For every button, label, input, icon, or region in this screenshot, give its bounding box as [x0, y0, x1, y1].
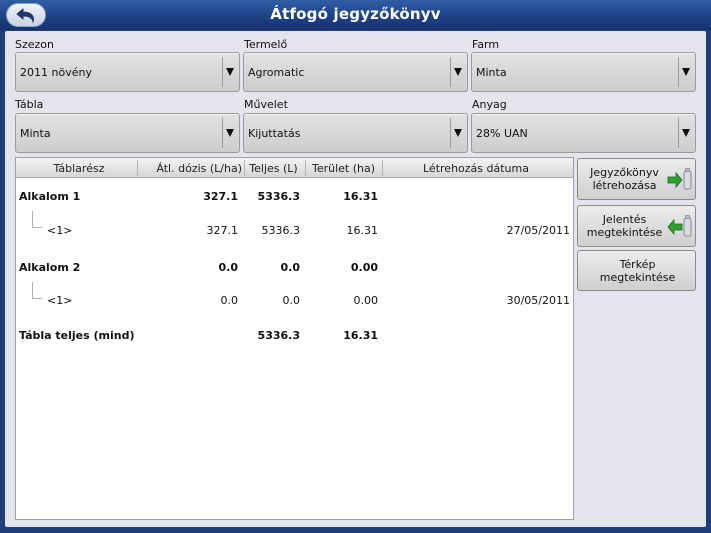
column-header-area: Terület (ha)	[311, 162, 376, 175]
column-divider	[137, 160, 138, 176]
table-row-area: 0.00	[350, 261, 378, 274]
table-row-area: 16.31	[346, 224, 379, 237]
dropdown-separator	[678, 57, 679, 87]
table-row-name: Alkalom 1	[19, 190, 81, 203]
view-map-label: Térkép megtekintése	[599, 258, 676, 284]
chevron-down-icon	[682, 68, 690, 76]
table-row-rate: 0.0	[218, 261, 239, 274]
dropdown-separator	[678, 118, 679, 148]
tree-connector	[32, 211, 42, 228]
title-bar: Átfogó jegyzőkönyv	[0, 0, 711, 30]
import-from-usb-icon	[667, 215, 693, 242]
table-row-name: Tábla teljes (mind)	[19, 329, 135, 342]
dropdown-separator	[450, 118, 451, 148]
create-report-label: Jegyzőkönyv létrehozása	[590, 166, 659, 192]
dropdown-separator	[222, 57, 223, 87]
table-row-total: 5336.3	[257, 329, 300, 342]
table-row-total: 0.0	[280, 261, 301, 274]
table-row-total: 5336.3	[261, 224, 301, 237]
view-map-button[interactable]: Térkép megtekintése	[577, 250, 696, 291]
product-value: 28% UAN	[476, 127, 528, 140]
create-report-button[interactable]: Jegyzőkönyv létrehozása	[577, 158, 696, 200]
farm-dropdown[interactable]: Minta	[471, 52, 696, 92]
table-row-name: Alkalom 2	[19, 261, 81, 274]
product-label: Anyag	[472, 98, 507, 111]
table-row-total: 0.0	[282, 294, 301, 307]
column-header-date: Létrehozás dátuma	[423, 162, 529, 175]
chevron-down-icon	[682, 129, 690, 137]
column-header-rate: Átl. dózis (L/ha)	[156, 162, 242, 175]
season-value: 2011 növény	[20, 66, 92, 79]
view-report-button[interactable]: Jelentés megtekintése	[577, 205, 696, 247]
chevron-down-icon	[454, 68, 462, 76]
grower-dropdown[interactable]: Agromatic	[243, 52, 468, 92]
table-row-area: 0.00	[353, 294, 379, 307]
table-row-rate: 327.1	[203, 190, 238, 203]
product-dropdown[interactable]: 28% UAN	[471, 113, 696, 153]
column-header-total: Teljes (L)	[249, 162, 298, 175]
dropdown-separator	[222, 118, 223, 148]
summary-table[interactable]: Táblarész Átl. dózis (L/ha) Teljes (L) T…	[15, 157, 574, 520]
view-report-label: Jelentés megtekintése	[586, 213, 663, 239]
operation-dropdown[interactable]: Kijuttatás	[243, 113, 468, 153]
table-row-area: 16.31	[343, 190, 378, 203]
grower-label: Termelő	[244, 38, 288, 51]
season-dropdown[interactable]: 2011 növény	[15, 52, 240, 92]
chevron-down-icon	[454, 129, 462, 137]
field-dropdown[interactable]: Minta	[15, 113, 240, 153]
farm-label: Farm	[472, 38, 500, 51]
column-header-region: Táblarész	[53, 162, 105, 175]
table-row-rate: 0.0	[220, 294, 239, 307]
grower-value: Agromatic	[248, 66, 305, 79]
tree-connector	[32, 282, 42, 299]
operation-label: Művelet	[244, 98, 288, 111]
field-value: Minta	[20, 127, 51, 140]
operation-value: Kijuttatás	[248, 127, 301, 140]
table-row-rate: 327.1	[206, 224, 239, 237]
chevron-down-icon	[226, 68, 234, 76]
table-row-total: 5336.3	[257, 190, 300, 203]
table-row-name: <1>	[47, 294, 73, 307]
dropdown-separator	[450, 57, 451, 87]
table-row-date: 30/05/2011	[506, 294, 570, 307]
field-label: Tábla	[15, 98, 44, 111]
table-row-name: <1>	[47, 224, 73, 237]
table-header: Táblarész Átl. dózis (L/ha) Teljes (L) T…	[16, 158, 573, 178]
table-row-date: 27/05/2011	[506, 224, 570, 237]
table-row-area: 16.31	[343, 329, 378, 342]
farm-value: Minta	[476, 66, 507, 79]
season-label: Szezon	[15, 38, 54, 51]
chevron-down-icon	[226, 129, 234, 137]
export-to-usb-icon	[667, 168, 693, 195]
page-title: Átfogó jegyzőkönyv	[270, 5, 441, 23]
